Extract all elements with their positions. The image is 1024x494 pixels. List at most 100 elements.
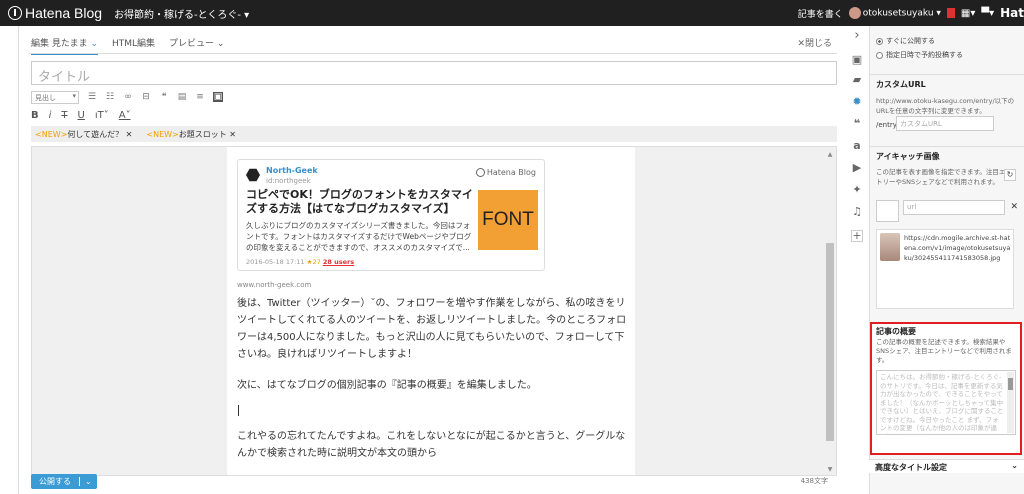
title-input[interactable]: タイトル <box>31 61 837 85</box>
formatting-toolbar-row1: 見出し ☰ ☷ ∞ ⊟ ❝ ▤ ≡ ▣ <box>31 89 223 105</box>
chevron-down-icon[interactable]: ⌄ <box>1011 461 1018 470</box>
card-author-id: id:northgeek <box>266 177 311 185</box>
hatena-cut-text: Hat <box>1000 6 1024 20</box>
hatena-blog-logo[interactable]: Hatena Blog <box>8 5 102 21</box>
paragraph: 次に、はてなブログの個別記事の『記事の概要』を編集しました。 <box>237 380 537 391</box>
scrollbar-thumb[interactable] <box>826 243 834 441</box>
text-cursor <box>238 405 239 416</box>
text-color-icon[interactable]: A˅ <box>119 110 131 121</box>
notification-icon[interactable]: ▀▾ <box>981 8 994 19</box>
summary-scrollbar[interactable] <box>1007 372 1014 433</box>
bold-icon[interactable]: B <box>31 110 39 121</box>
code-block-icon[interactable]: ▣ <box>213 92 223 102</box>
font-size-icon[interactable]: ıT˅ <box>95 110 109 121</box>
chevron-down-icon[interactable]: ⌄ <box>79 477 97 486</box>
summary-section: 記事の概要 この記事の概要を記述できます。検索結果やSNSシェア、注目エントリー… <box>870 322 1022 455</box>
card-author[interactable]: North-Geek <box>266 166 318 175</box>
gear-icon[interactable]: ✹ <box>851 96 863 108</box>
username: otokusetsuyaku <box>862 8 934 19</box>
tag-item[interactable]: <NEW>何して遊んだ？ ✕ <box>35 129 132 140</box>
custom-url-input[interactable]: カスタムURL <box>896 116 994 131</box>
star-count: ★27 <box>306 258 321 266</box>
edit-area[interactable]: North-Geek id:northgeek Hatena Blog コピペで… <box>31 146 837 476</box>
paragraph: これやるの忘れてたんですよね。これをしないとなにが起こるかと言うと、グーグルなん… <box>237 431 626 459</box>
summary-heading: 記事の概要 <box>876 327 916 336</box>
add-icon[interactable]: + <box>851 230 863 242</box>
user-menu[interactable]: otokusetsuyaku ▾ <box>848 7 941 19</box>
twitter-icon[interactable]: ✦ <box>851 184 863 196</box>
blog-name-menu[interactable]: お得節約・稼げる-とくろぐ- ▾ <box>114 6 249 21</box>
link-icon[interactable]: ∞ <box>123 92 133 102</box>
custom-url-heading: カスタムURL <box>870 74 1024 94</box>
article-body[interactable]: North-Geek id:northgeek Hatena Blog コピペで… <box>227 147 635 475</box>
hatena-logo-icon <box>8 6 22 20</box>
card-thumbnail: FONT <box>478 190 538 250</box>
refresh-icon[interactable]: ↻ <box>1004 169 1016 181</box>
sidebar-icon-column: › ▣ ▰ ✹ ❝ a ▶ ✦ ♫ + <box>845 26 869 494</box>
horizontal-rule-icon[interactable]: ⊟ <box>141 92 151 102</box>
eyecatch-image-preview[interactable]: https://cdn.mogile.archive.st-hatena.com… <box>876 229 1014 309</box>
youtube-icon[interactable]: ▶ <box>851 162 863 174</box>
italic-icon[interactable]: i <box>49 110 52 121</box>
eyecatch-url-input[interactable]: url <box>903 200 1005 215</box>
scroll-up-icon[interactable]: ▲ <box>826 151 834 158</box>
tag-item[interactable]: <NEW>お題スロット ✕ <box>146 129 236 140</box>
summary-textarea[interactable]: こんにちは。お得節約・稼げる-とくろぐ-のサトリです。今日は、記事を更新する気力… <box>876 370 1016 435</box>
music-icon[interactable]: ♫ <box>851 206 863 218</box>
quote-icon[interactable]: ❝ <box>159 92 169 102</box>
amazon-icon[interactable]: a <box>851 140 863 152</box>
brand-name: Hatena Blog <box>25 5 103 21</box>
close-button[interactable]: ✕閉じる <box>797 36 832 49</box>
editor-pane: 編集 見たまま ⌄ HTML編集 プレビュー ⌄ ✕閉じる タイトル 見出し ☰… <box>18 26 842 494</box>
quote-icon[interactable]: ❝ <box>851 118 863 130</box>
card-title[interactable]: コピペでOK！ブログのフォントをカスタマイズする方法【はてなブログカスタマイズ】 <box>246 188 474 216</box>
summary-desc: この記事の概要を記述できます。検索結果やSNSシェア、注目エントリーなどで利用さ… <box>876 338 1012 364</box>
blog-card-embed[interactable]: North-Geek id:northgeek Hatena Blog コピペで… <box>237 159 545 271</box>
card-meta: 2016-05-18 17:11 ★27 28 users <box>246 258 355 266</box>
write-article-button[interactable]: 記事を書く <box>798 7 843 20</box>
apps-grid-icon[interactable]: ▦▾ <box>961 8 975 19</box>
scrollbar-thumb[interactable] <box>1008 378 1013 390</box>
card-excerpt: 久しぶりにブログのカスタマイズシリーズ書きました。今回はフォントです。フォントは… <box>246 221 472 252</box>
underline-icon[interactable]: U <box>78 110 85 121</box>
radio-icon <box>876 51 883 59</box>
editor-scrollbar[interactable]: ▲ ▼ <box>826 151 834 473</box>
bookmark-flag-icon[interactable] <box>946 8 955 18</box>
eyecatch-thumbnail <box>880 233 900 261</box>
eyecatch-url-box-left[interactable] <box>876 200 899 222</box>
word-count: 438文字 <box>800 477 828 485</box>
eyecatch-image-url: https://cdn.mogile.archive.st-hatena.com… <box>904 234 1011 262</box>
avatar <box>848 7 861 19</box>
tab-divider <box>29 53 837 54</box>
formatting-toolbar-row2: B i T U ıT˅ A˅ <box>31 108 131 122</box>
custom-url-desc: http://www.otoku-kasegu.com/entry/以下のURL… <box>876 97 1015 115</box>
schedule-radio[interactable]: 指定日時で予約投稿する <box>876 50 963 60</box>
eyecatch-heading: アイキャッチ画像 <box>870 146 1024 166</box>
publish-now-radio[interactable]: すぐに公開する <box>876 36 935 46</box>
bookmark-users[interactable]: 28 users <box>323 258 354 266</box>
blog-name: お得節約・稼げる-とくろぐ- <box>114 9 241 21</box>
publish-button[interactable]: 公開する ⌄ <box>31 474 97 489</box>
folder-icon[interactable]: ▰ <box>851 74 863 86</box>
author-hexagon-icon <box>246 168 260 182</box>
eyecatch-desc: この記事を表す画像を指定できます。注目エントリーやSNSシェアなどで利用されます… <box>876 168 1012 186</box>
heading-select[interactable]: 見出し <box>31 90 79 104</box>
paragraph: 後は、Twitter（ツイッター）˘の、フォロワーを増やす作業をしながら、私の呟… <box>237 298 627 360</box>
top-right-controls: 記事を書く otokusetsuyaku ▾ ▦▾ ▀▾ Hat <box>798 0 1024 26</box>
bullet-list-icon[interactable]: ☰ <box>87 92 97 102</box>
top-bar: Hatena Blog お得節約・稼げる-とくろぐ- ▾ 記事を書く otoku… <box>0 0 1024 26</box>
strikethrough-icon[interactable]: T <box>61 110 67 121</box>
collapse-chevron-icon[interactable]: › <box>851 29 863 42</box>
numbered-list-icon[interactable]: ☷ <box>105 92 115 102</box>
advanced-title-settings[interactable]: 高度なタイトル設定 ⌄ <box>869 459 1024 473</box>
align-icon[interactable]: ≡ <box>195 92 205 102</box>
photo-icon[interactable]: ▣ <box>851 54 863 66</box>
radio-selected-icon <box>876 37 883 45</box>
card-brand: Hatena Blog <box>475 168 536 177</box>
scroll-down-icon[interactable]: ▼ <box>826 466 834 473</box>
clear-icon[interactable]: ✕ <box>1010 202 1018 212</box>
tag-bar: <NEW>何して遊んだ？ ✕ <NEW>お題スロット ✕ <box>31 126 837 142</box>
source-url[interactable]: www.north-geek.com <box>237 281 311 289</box>
table-icon[interactable]: ▤ <box>177 92 187 102</box>
close-icon: ✕ <box>797 39 805 49</box>
